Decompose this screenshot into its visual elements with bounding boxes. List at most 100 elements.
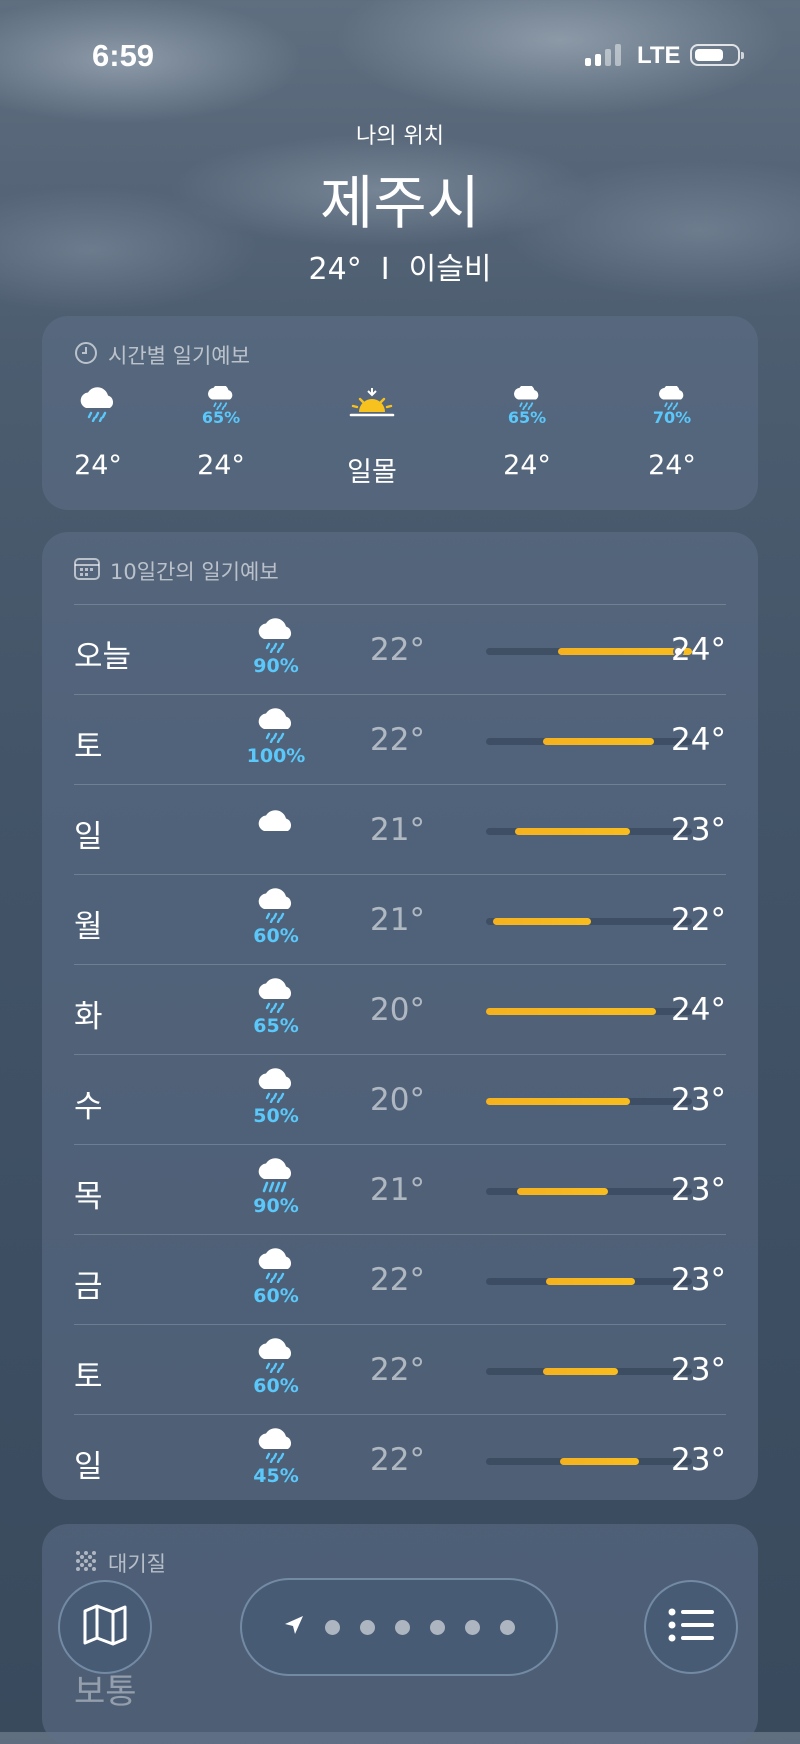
- high-temp: 23°: [671, 1262, 726, 1298]
- ten-day-forecast-card[interactable]: 10일간의 일기예보 오늘 90% 22° 24° 토 100% 22° 24° 일 21° 23°…: [42, 532, 758, 1500]
- high-temp: 23°: [671, 1352, 726, 1388]
- hourly-precip-chance: 65%: [201, 408, 241, 427]
- rain-cloud-icon: [236, 1427, 316, 1467]
- low-temp: 21°: [370, 1172, 425, 1208]
- heavy-rain-cloud-icon: [236, 1157, 316, 1197]
- forecast-day-row[interactable]: 일 21° 23°: [74, 784, 726, 874]
- hourly-temp: 24°: [503, 450, 551, 481]
- forecast-day-row[interactable]: 금 60% 22° 23°: [74, 1234, 726, 1324]
- page-dot[interactable]: [500, 1619, 515, 1635]
- forecast-day-row[interactable]: 오늘 90% 22° 24°: [74, 604, 726, 694]
- hourly-precip-chance: 70%: [652, 408, 692, 427]
- temperature-range-bar: [486, 1458, 692, 1465]
- rain-cloud-icon: [48, 386, 148, 430]
- temperature-range-fill: [543, 1368, 618, 1375]
- page-dot[interactable]: [465, 1619, 480, 1635]
- high-temp: 23°: [671, 812, 726, 848]
- temperature-range-bar: [486, 646, 692, 657]
- status-bar: 6:59 LTE: [0, 36, 800, 76]
- my-location-label: 나의 위치: [356, 124, 444, 149]
- high-temp: 24°: [671, 992, 726, 1028]
- precip-chance: 65%: [253, 1015, 299, 1037]
- forecast-day-label: 일: [74, 1449, 103, 1485]
- ten-day-forecast-list: 오늘 90% 22° 24° 토 100% 22° 24° 일 21° 23° 월 60% 21° 22° 화…: [74, 604, 726, 1504]
- temperature-range-fill: [486, 1098, 630, 1105]
- low-temp: 20°: [370, 1082, 425, 1118]
- forecast-day-label: 수: [74, 1089, 103, 1125]
- forecast-day-label: 토: [74, 1359, 103, 1395]
- high-temp: 22°: [671, 902, 726, 938]
- forecast-day-label: 오늘: [74, 639, 132, 675]
- forecast-day-row[interactable]: 토 60% 22° 23°: [74, 1324, 726, 1414]
- temperature-range-fill: [514, 828, 630, 835]
- forecast-day-label: 월: [74, 909, 103, 945]
- page-dot[interactable]: [360, 1619, 375, 1635]
- temperature-range-bar: [486, 828, 692, 835]
- sunset-icon: [322, 386, 422, 430]
- rain-cloud-icon: [236, 1337, 316, 1377]
- calendar-icon: [74, 557, 100, 586]
- hourly-temp: 24°: [648, 450, 696, 481]
- ten-day-forecast-header: 10일간의 일기예보: [74, 556, 279, 586]
- location-list-button[interactable]: [644, 1580, 738, 1674]
- precip-chance: 100%: [246, 745, 306, 767]
- temperature-range-bar: [486, 1008, 692, 1015]
- temperature-range-bar: [486, 738, 692, 745]
- temperature-range-bar: [486, 1368, 692, 1375]
- page-dot[interactable]: [395, 1619, 410, 1635]
- rain-cloud-icon: [236, 707, 316, 747]
- high-temp: 23°: [671, 1172, 726, 1208]
- temperature-range-bar: [486, 918, 692, 925]
- forecast-day-row[interactable]: 일 45% 22° 23°: [74, 1414, 726, 1504]
- hourly-precip-chance: 65%: [507, 408, 547, 427]
- forecast-day-row[interactable]: 월 60% 21° 22°: [74, 874, 726, 964]
- high-temp: 23°: [671, 1082, 726, 1118]
- forecast-day-row[interactable]: 수 50% 20° 23°: [74, 1054, 726, 1144]
- temperature-range-bar: [486, 1188, 692, 1195]
- low-temp: 22°: [370, 722, 425, 758]
- temperature-range-fill: [543, 738, 654, 745]
- high-temp: 24°: [671, 632, 726, 668]
- low-temp: 21°: [370, 812, 425, 848]
- precip-chance: 60%: [253, 1285, 299, 1307]
- precip-chance: 90%: [253, 655, 299, 677]
- page-dot[interactable]: [325, 1619, 340, 1635]
- rain-cloud-icon: [236, 617, 316, 657]
- forecast-day-label: 목: [74, 1179, 103, 1215]
- page-indicator[interactable]: [240, 1578, 558, 1676]
- hourly-forecast-header: 시간별 일기예보: [74, 340, 250, 370]
- forecast-day-row[interactable]: 목 90% 21° 23°: [74, 1144, 726, 1234]
- list-icon: [668, 1608, 714, 1646]
- temperature-range-bar: [486, 1278, 692, 1285]
- forecast-day-label: 화: [74, 999, 103, 1035]
- forecast-day-row[interactable]: 토 100% 22° 24°: [74, 694, 726, 784]
- city-name: 제주시: [319, 169, 481, 237]
- cloud-icon: [236, 809, 316, 849]
- hourly-forecast-card[interactable]: 시간별 일기예보 24° 65% 24° 일몰 65% 24° 70% 24°: [42, 316, 758, 510]
- low-temp: 21°: [370, 902, 425, 938]
- hourly-temp: 24°: [197, 450, 245, 481]
- ten-day-forecast-title: 10일간의 일기예보: [110, 560, 279, 584]
- bottom-toolbar: [0, 1570, 800, 1690]
- hourly-temp: 24°: [74, 450, 122, 481]
- low-temp: 20°: [370, 992, 425, 1028]
- page-dot[interactable]: [430, 1619, 445, 1635]
- location-arrow-icon[interactable]: [283, 1614, 305, 1640]
- precip-chance: 45%: [253, 1465, 299, 1487]
- temperature-range-fill: [545, 1278, 635, 1285]
- battery-icon: [690, 44, 744, 66]
- hourly-item: 24°: [48, 386, 148, 481]
- forecast-day-label: 토: [74, 729, 103, 765]
- temperature-range-fill: [517, 1188, 609, 1195]
- temperature-range-fill: [493, 918, 592, 925]
- forecast-day-row[interactable]: 화 65% 20° 24°: [74, 964, 726, 1054]
- clock-icon: [74, 341, 98, 370]
- low-temp: 22°: [370, 1262, 425, 1298]
- rain-cloud-icon: [236, 1067, 316, 1107]
- map-button[interactable]: [58, 1580, 152, 1674]
- hourly-forecast-title: 시간별 일기예보: [108, 344, 250, 368]
- current-conditions: 24° I 이슬비: [308, 252, 492, 287]
- hourly-temp: 일몰: [347, 457, 397, 488]
- network-label: LTE: [637, 42, 681, 69]
- low-temp: 22°: [370, 1442, 425, 1478]
